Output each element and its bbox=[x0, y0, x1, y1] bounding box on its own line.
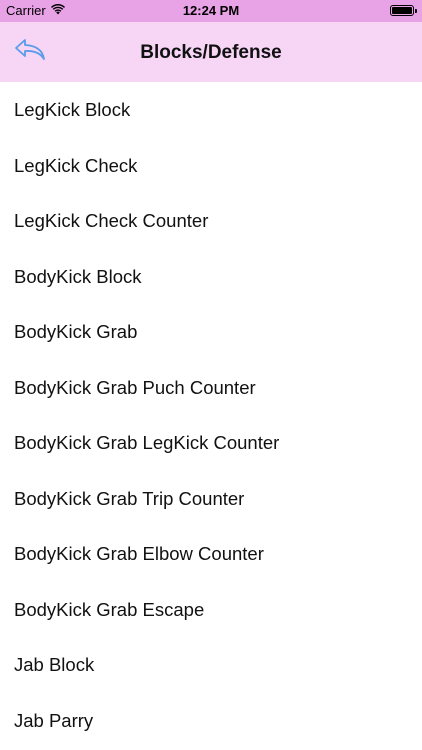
list-item[interactable]: BodyKick Grab Elbow Counter bbox=[0, 526, 422, 582]
list-item[interactable]: BodyKick Grab bbox=[0, 304, 422, 360]
list-item[interactable]: BodyKick Grab Puch Counter bbox=[0, 360, 422, 416]
status-bar: Carrier 12:24 PM bbox=[0, 0, 422, 22]
list-item[interactable]: BodyKick Block bbox=[0, 249, 422, 305]
status-time: 12:24 PM bbox=[182, 3, 240, 18]
list-item[interactable]: BodyKick Grab Escape bbox=[0, 582, 422, 638]
battery-level-fill bbox=[392, 7, 412, 14]
list-item[interactable]: BodyKick Grab Trip Counter bbox=[0, 471, 422, 527]
technique-list: LegKick Block LegKick Check LegKick Check … bbox=[0, 82, 422, 748]
list-item[interactable]: Jab Block bbox=[0, 637, 422, 693]
battery-tip bbox=[415, 9, 417, 13]
app-screen: Carrier 12:24 PM Blocks/Defense LegKick … bbox=[0, 0, 422, 750]
page-title: Blocks/Defense bbox=[140, 42, 282, 63]
list-item[interactable]: Jab Parry bbox=[0, 693, 422, 749]
list-item[interactable]: BodyKick Grab LegKick Counter bbox=[0, 415, 422, 471]
list-item[interactable]: LegKick Check bbox=[0, 138, 422, 194]
list-item[interactable]: LegKick Check Counter bbox=[0, 193, 422, 249]
battery-icon bbox=[390, 5, 417, 16]
navigation-bar: Blocks/Defense bbox=[0, 22, 422, 82]
list-item[interactable]: LegKick Block bbox=[0, 82, 422, 138]
